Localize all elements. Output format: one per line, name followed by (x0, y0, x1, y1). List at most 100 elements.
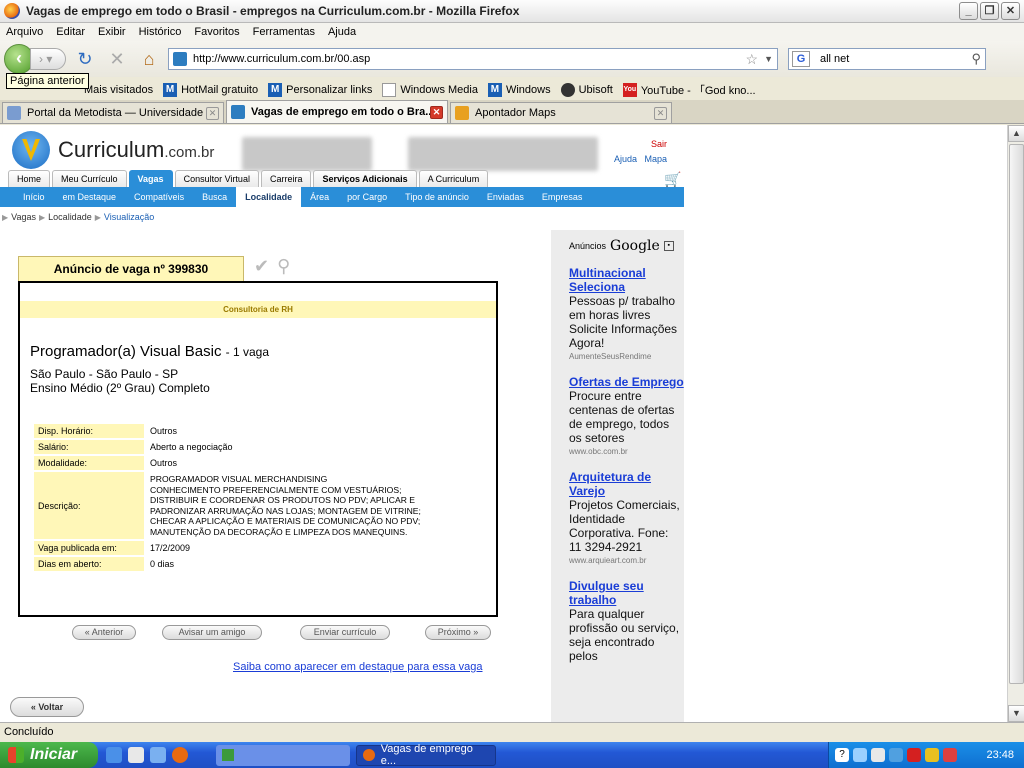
ajuda-link[interactable]: Ajuda (614, 154, 637, 164)
enviar-curriculo-button[interactable]: Enviar currículo (300, 625, 390, 640)
search-input[interactable]: all net (820, 53, 971, 65)
network-icon[interactable] (853, 748, 867, 762)
search-bar[interactable]: G all net ⚲ (788, 48, 986, 70)
mapa-link[interactable]: Mapa (644, 154, 667, 164)
bookmark-personalizar[interactable]: M Personalizar links (268, 82, 372, 97)
bookmark-hotmail[interactable]: M HotMail gratuito (163, 82, 258, 97)
system-tray: ? 23:48 (828, 742, 1024, 768)
subnav-por-cargo[interactable]: por Cargo (338, 187, 396, 207)
messenger-icon[interactable] (150, 747, 166, 763)
search-engine-google-icon[interactable]: G (792, 51, 810, 67)
bookmark-mais-visitados[interactable]: Mais visitados (84, 84, 153, 96)
tab-apontador[interactable]: Apontador Maps ✕ (450, 102, 672, 123)
subnav-empresas[interactable]: Empresas (533, 187, 592, 207)
taskbar-item-firefox[interactable]: Vagas de emprego e... (356, 743, 496, 767)
bookmark-windows-media[interactable]: Windows Media (382, 82, 478, 97)
avisar-amigo-button[interactable]: Avisar um amigo (162, 625, 262, 640)
detail-value: 17/2/2009 (146, 541, 490, 555)
minimize-button[interactable]: _ (959, 2, 978, 20)
ad-title[interactable]: Arquitetura de Varejo (569, 470, 684, 498)
anterior-button[interactable]: « Anterior (72, 625, 136, 640)
site-logo[interactable]: Curriculum.com.br (12, 131, 214, 169)
bookmark-youtube[interactable]: You YouTube - 「God kno... (622, 82, 756, 98)
subnav-compativeis[interactable]: Compatíveis (125, 187, 193, 207)
tray-app-icon[interactable] (889, 748, 903, 762)
tab-metodista[interactable]: Portal da Metodista — Universidade Me...… (2, 102, 224, 123)
breadcrumb-localidade[interactable]: Localidade (48, 212, 92, 222)
ad-url[interactable]: www.arquieart.com.br (569, 556, 684, 565)
nav-consultor-virtual[interactable]: Consultor Virtual (174, 170, 259, 187)
media-player-icon[interactable] (128, 747, 144, 763)
nav-vagas[interactable]: Vagas (128, 170, 173, 187)
tab-close-icon[interactable]: ✕ (430, 105, 443, 119)
security-icon[interactable] (925, 748, 939, 762)
reload-icon[interactable]: ↻ (72, 47, 98, 71)
stop-icon[interactable]: ✕ (104, 47, 130, 71)
taskbar-item-blurred[interactable] (216, 744, 350, 766)
forward-button[interactable]: › ▾ (30, 48, 66, 70)
vertical-scrollbar[interactable]: ▲ ▼ (1007, 125, 1024, 722)
scroll-down-icon[interactable]: ▼ (1008, 705, 1024, 722)
status-text: Concluído (4, 726, 54, 738)
breadcrumb-vagas[interactable]: Vagas (11, 212, 36, 222)
antivirus-icon[interactable] (907, 748, 921, 762)
ad-item: Divulgue seu trabalho Para qualquer prof… (569, 579, 684, 663)
scroll-up-icon[interactable]: ▲ (1008, 125, 1024, 142)
shield-icon[interactable] (943, 748, 957, 762)
job-actions: « Anterior Avisar um amigo Enviar curríc… (72, 625, 492, 641)
menu-exibir[interactable]: Exibir (98, 26, 126, 38)
search-icon[interactable]: ⚲ (971, 51, 981, 67)
tab-close-icon[interactable]: ✕ (654, 106, 667, 120)
maximize-button[interactable]: ❐ (980, 2, 999, 20)
scroll-thumb[interactable] (1009, 144, 1024, 684)
url-bar[interactable]: http://www.curriculum.com.br/00.asp ☆ ▼ (168, 48, 778, 70)
menu-ferramentas[interactable]: Ferramentas (253, 26, 315, 38)
bookmark-star-icon[interactable]: ☆ (746, 51, 759, 68)
subnav-inicio[interactable]: Início (14, 187, 54, 207)
ad-url[interactable]: www.obc.com.br (569, 447, 684, 456)
menu-historico[interactable]: Histórico (139, 26, 182, 38)
ad-info-icon[interactable]: ▪ (663, 241, 674, 251)
voltar-button[interactable]: « Voltar (10, 697, 84, 717)
nav-home[interactable]: Home (8, 170, 51, 187)
destaque-link[interactable]: Saiba como aparecer em destaque para ess… (233, 661, 483, 673)
nav-servicos-adicionais[interactable]: Serviços Adicionais (313, 170, 417, 187)
url-text[interactable]: http://www.curriculum.com.br/00.asp (193, 53, 746, 65)
menu-editar[interactable]: Editar (56, 26, 85, 38)
ad-title[interactable]: Divulgue seu trabalho (569, 579, 684, 607)
subnav-em-destaque[interactable]: em Destaque (54, 187, 126, 207)
sair-link[interactable]: Sair (651, 139, 667, 149)
ad-url[interactable]: AumenteSeusRendime (569, 352, 684, 361)
nav-carreira[interactable]: Carreira (260, 170, 312, 187)
subnav-enviadas[interactable]: Enviadas (478, 187, 533, 207)
url-dropdown-icon[interactable]: ▼ (764, 54, 773, 64)
subnav-busca[interactable]: Busca (193, 187, 236, 207)
menu-favoritos[interactable]: Favoritos (194, 26, 239, 38)
firefox-icon[interactable] (172, 747, 188, 763)
subnav-area[interactable]: Área (301, 187, 338, 207)
bookmark-windows[interactable]: M Windows (487, 82, 551, 97)
start-button[interactable]: Iniciar (0, 742, 98, 768)
menu-ajuda[interactable]: Ajuda (328, 26, 356, 38)
clock[interactable]: 23:48 (986, 749, 1014, 761)
ad-title[interactable]: Ofertas de Emprego (569, 375, 684, 389)
msn-icon: M (163, 82, 178, 97)
help-icon[interactable]: ? (835, 748, 849, 762)
tab-curriculum[interactable]: Vagas de emprego em todo o Bra... ✕ (226, 100, 448, 123)
check-icon[interactable]: ✔ (254, 256, 269, 277)
proximo-button[interactable]: Próximo » (425, 625, 491, 640)
ad-title[interactable]: Multinacional Seleciona (569, 266, 684, 294)
subnav-localidade[interactable]: Localidade (236, 187, 302, 207)
bookmark-ubisoft[interactable]: Ubisoft (560, 82, 613, 97)
ie-icon[interactable] (106, 747, 122, 763)
magnifier-icon[interactable]: ⚲ (277, 256, 290, 277)
volume-icon[interactable] (871, 748, 885, 762)
nav-meu-curriculo[interactable]: Meu Currículo (52, 170, 127, 187)
nav-a-curriculum[interactable]: A Curriculum (418, 170, 489, 187)
subnav-tipo-anuncio[interactable]: Tipo de anúncio (396, 187, 478, 207)
home-icon[interactable]: ⌂ (136, 47, 162, 71)
tab-close-icon[interactable]: ✕ (206, 106, 219, 120)
cart-icon[interactable]: 🛒 (664, 171, 681, 188)
menu-arquivo[interactable]: Arquivo (6, 26, 43, 38)
close-button[interactable]: ✕ (1001, 2, 1020, 20)
